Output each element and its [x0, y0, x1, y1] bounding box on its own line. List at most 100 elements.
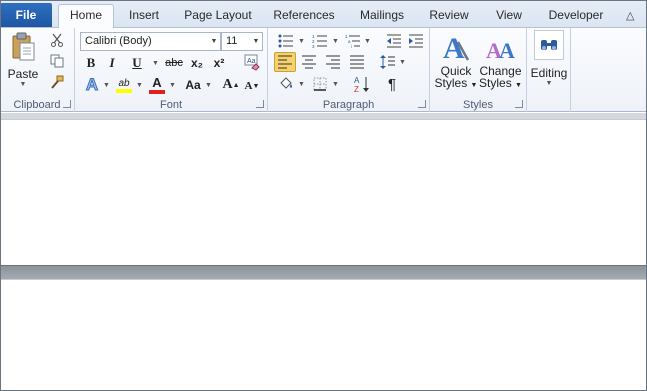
change-styles-label-2-text: Styles	[479, 76, 512, 90]
font-launcher-icon[interactable]	[256, 100, 264, 108]
tab-review[interactable]: Review	[423, 5, 475, 27]
borders-dropdown-icon[interactable]: ▼	[332, 81, 339, 88]
borders-button[interactable]	[310, 74, 330, 94]
clear-formatting-button[interactable]: Aa	[242, 51, 262, 73]
change-styles-dropdown-icon[interactable]: ▼	[515, 82, 522, 89]
editing-dropdown-icon[interactable]: ▼	[546, 80, 553, 87]
paste-icon	[12, 32, 35, 61]
decrease-indent-icon	[387, 34, 401, 48]
tab-home[interactable]: Home	[58, 4, 114, 28]
styles-launcher-icon[interactable]	[515, 100, 523, 108]
font-color-swatch	[149, 90, 165, 94]
align-center-icon	[302, 55, 316, 69]
tab-file[interactable]: File	[0, 3, 52, 27]
chevron-down-icon[interactable]: ▼	[208, 33, 220, 50]
align-left-icon	[278, 55, 292, 69]
quick-styles-label-2-text: Styles	[434, 76, 468, 90]
quick-styles-label-2: Styles ▼	[435, 77, 478, 92]
numbering-button[interactable]: 1 2 3	[310, 31, 330, 51]
shading-button[interactable]	[276, 74, 296, 94]
change-case-button[interactable]: Aa	[181, 75, 205, 95]
ribbon: Paste ▼ Clipboard Calibri (Body) ▼ 11 ▼ …	[0, 28, 647, 112]
document-page[interactable]	[0, 119, 647, 265]
minimize-ribbon-icon[interactable]: △	[626, 9, 634, 22]
strikethrough-button[interactable]: abc	[163, 54, 185, 72]
paragraph-launcher-icon[interactable]	[418, 100, 426, 108]
font-name-combo[interactable]: Calibri (Body) ▼	[80, 32, 221, 51]
align-right-button[interactable]	[322, 52, 344, 72]
subscript-button[interactable]: x₂	[187, 54, 207, 72]
shrink-font-button[interactable]: A ▼	[242, 76, 262, 96]
cut-button[interactable]	[48, 31, 66, 49]
align-center-button[interactable]	[298, 52, 320, 72]
tab-references[interactable]: References	[268, 5, 340, 27]
format-painter-button[interactable]	[48, 73, 66, 91]
font-color-button[interactable]: A	[147, 75, 167, 95]
bullets-dropdown-icon[interactable]: ▼	[298, 38, 305, 45]
borders-icon	[313, 77, 327, 91]
justify-button[interactable]	[346, 52, 368, 72]
bold-button[interactable]: B	[81, 54, 101, 72]
copy-button[interactable]	[48, 52, 66, 70]
paint-bucket-icon	[280, 77, 292, 89]
italic-button[interactable]: I	[102, 54, 122, 72]
highlight-label: ab	[118, 77, 130, 89]
underline-dropdown-icon[interactable]: ▼	[152, 60, 159, 67]
quick-styles-button[interactable]: A Quick Styles ▼	[434, 30, 478, 96]
font-color-dropdown-icon[interactable]: ▼	[169, 82, 176, 89]
sort-az-icon: A Z	[354, 76, 369, 93]
multilevel-dropdown-icon[interactable]: ▼	[364, 38, 371, 45]
chevron-down-icon[interactable]: ▼	[250, 33, 262, 50]
line-spacing-icon	[380, 55, 395, 69]
svg-text:Z: Z	[354, 85, 359, 93]
superscript-button[interactable]: x²	[209, 54, 229, 72]
font-size-value: 11	[226, 35, 238, 47]
copy-icon	[50, 54, 64, 68]
text-highlight-button[interactable]: ab	[113, 75, 135, 95]
grow-font-button[interactable]: A ▲	[221, 75, 241, 95]
editing-button[interactable]: Editing ▼	[530, 30, 568, 90]
increase-indent-button[interactable]	[406, 31, 426, 51]
line-spacing-dropdown-icon[interactable]: ▼	[399, 59, 406, 66]
quick-styles-dropdown-icon[interactable]: ▼	[471, 82, 478, 89]
scissors-icon	[51, 33, 63, 47]
text-effects-dropdown-icon[interactable]: ▼	[103, 82, 110, 89]
grow-font-label: A	[222, 77, 233, 92]
highlight-color-swatch	[116, 88, 132, 93]
editing-label: Editing	[530, 66, 568, 80]
decrease-indent-button[interactable]	[384, 31, 404, 51]
change-case-dropdown-icon[interactable]: ▼	[205, 82, 212, 89]
increase-indent-icon	[409, 34, 423, 48]
styles-group: A Quick Styles ▼ A A Change Styles ▼ Sty…	[430, 28, 527, 112]
document-page-2[interactable]	[0, 279, 647, 391]
line-spacing-button[interactable]	[378, 52, 398, 72]
tab-page-layout[interactable]: Page Layout	[179, 5, 257, 27]
show-hide-marks-button[interactable]: ¶	[382, 74, 402, 94]
eraser-icon: Aa	[244, 54, 260, 71]
align-left-button[interactable]	[274, 52, 296, 72]
paste-dropdown-icon[interactable]: ▼	[20, 81, 27, 88]
font-color-label: A	[152, 75, 162, 90]
change-styles-label-2: Styles ▼	[479, 77, 522, 92]
highlight-dropdown-icon[interactable]: ▼	[136, 82, 143, 89]
multilevel-list-button[interactable]: 1 a i	[343, 31, 363, 51]
sort-button[interactable]: A Z	[352, 73, 372, 95]
numbering-dropdown-icon[interactable]: ▼	[332, 38, 339, 45]
tab-developer[interactable]: Developer	[541, 5, 611, 27]
paste-button[interactable]: Paste ▼	[4, 31, 42, 89]
tab-view[interactable]: View	[487, 5, 531, 27]
svg-text:A: A	[354, 76, 360, 85]
tab-mailings[interactable]: Mailings	[352, 5, 412, 27]
bullets-button[interactable]	[276, 31, 296, 51]
underline-button[interactable]: U	[128, 54, 146, 72]
text-effects-button[interactable]: A	[81, 75, 103, 95]
shading-dropdown-icon[interactable]: ▼	[298, 81, 305, 88]
bullets-icon	[278, 34, 293, 48]
change-styles-button[interactable]: A A Change Styles ▼	[478, 30, 523, 96]
clipboard-launcher-icon[interactable]	[63, 100, 71, 108]
grow-arrow-icon: ▲	[232, 81, 240, 89]
tab-insert[interactable]: Insert	[120, 5, 168, 27]
font-group-label: Font	[159, 99, 182, 111]
align-right-icon	[326, 55, 340, 69]
font-size-combo[interactable]: 11 ▼	[221, 32, 263, 51]
